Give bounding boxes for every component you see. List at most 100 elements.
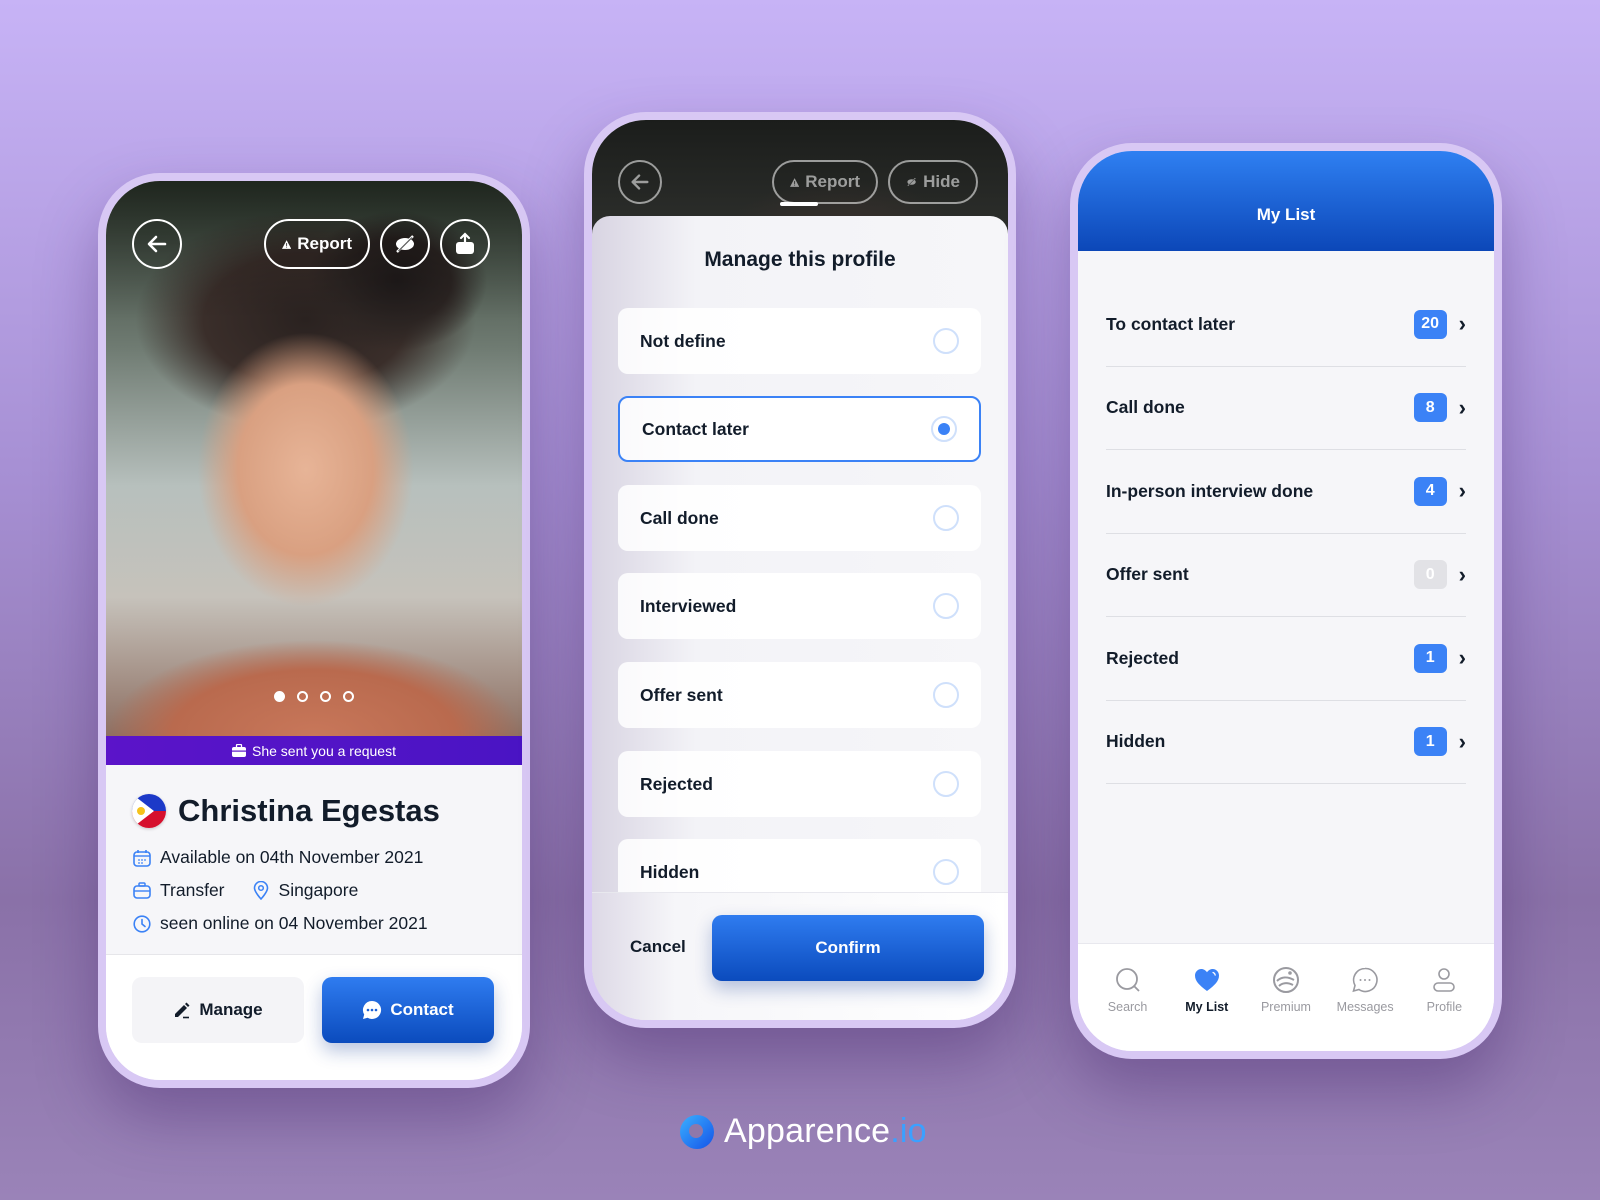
carousel-indicator[interactable] xyxy=(106,691,522,702)
last-seen-row: seen online on 04 November 2021 xyxy=(132,913,502,934)
carousel-dot[interactable] xyxy=(320,691,331,702)
profile-phone: Report She sent you a request Christina … xyxy=(98,173,530,1088)
list-item-offer-sent[interactable]: Offer sent 0 › xyxy=(1106,534,1466,617)
my-list: To contact later 20 › Call done 8 › In-per… xyxy=(1106,251,1466,784)
list-item-label: Hidden xyxy=(1106,731,1166,752)
option-call-done[interactable]: Call done xyxy=(618,485,981,551)
my-list-screen: My List To contact later 20 › Call done 8… xyxy=(1078,151,1494,1051)
hide-button[interactable] xyxy=(380,219,430,269)
chat-bubble-icon xyxy=(1352,967,1378,993)
premium-icon xyxy=(1272,967,1299,993)
briefcase-outline-icon xyxy=(132,882,152,899)
profile-info: Christina Egestas Available on 04th Nove… xyxy=(132,793,502,934)
share-button[interactable] xyxy=(440,219,490,269)
count-badge: 0 xyxy=(1413,560,1447,590)
option-label: Not define xyxy=(640,330,726,351)
calendar-icon xyxy=(132,849,152,867)
radio-button[interactable] xyxy=(933,593,959,619)
report-button[interactable]: Report xyxy=(264,219,370,269)
option-label: Call done xyxy=(640,507,719,528)
back-button[interactable] xyxy=(618,160,662,204)
tab-premium[interactable]: Premium xyxy=(1251,966,1321,1051)
location-pin-icon xyxy=(251,881,271,900)
option-label: Contact later xyxy=(642,418,749,439)
chevron-right-icon: › xyxy=(1458,561,1466,587)
pencil-icon xyxy=(175,1002,190,1019)
profile-actions: Manage Contact xyxy=(106,954,522,1080)
list-item-rejected[interactable]: Rejected 1 › xyxy=(1106,617,1466,701)
option-offer-sent[interactable]: Offer sent xyxy=(618,662,981,728)
back-button[interactable] xyxy=(132,219,182,269)
request-banner: She sent you a request xyxy=(106,736,522,765)
apparence-logo: Apparence.io xyxy=(680,1112,927,1151)
clock-icon xyxy=(132,914,152,933)
option-label: Rejected xyxy=(640,773,713,794)
radio-button[interactable] xyxy=(933,505,959,531)
option-interviewed[interactable]: Interviewed xyxy=(618,573,981,639)
brand-tld: .io xyxy=(890,1112,927,1150)
radio-button-selected[interactable] xyxy=(931,416,957,442)
tab-my-list[interactable]: My List xyxy=(1172,966,1242,1051)
contact-label: Contact xyxy=(390,1000,454,1019)
arrow-left-icon xyxy=(631,174,649,190)
tab-search[interactable]: Search xyxy=(1093,966,1163,1051)
list-item-call-done[interactable]: Call done 8 › xyxy=(1106,367,1466,450)
carousel-dot[interactable] xyxy=(274,691,285,702)
contact-button[interactable]: Contact xyxy=(322,977,494,1043)
list-item-label: Offer sent xyxy=(1106,564,1189,585)
list-item-to-contact-later[interactable]: To contact later 20 › xyxy=(1106,283,1466,367)
my-list-header: My List xyxy=(1078,151,1494,251)
carousel-dot[interactable] xyxy=(343,691,354,702)
tab-profile[interactable]: Profile xyxy=(1409,966,1479,1051)
option-label: Hidden xyxy=(640,861,700,882)
job-location-row: Transfer Singapore xyxy=(132,880,502,901)
radio-button[interactable] xyxy=(933,682,959,708)
manage-label: Manage xyxy=(199,1000,263,1019)
list-item-label: To contact later xyxy=(1106,313,1236,334)
chevron-right-icon: › xyxy=(1458,728,1466,754)
warning-icon xyxy=(282,239,292,249)
profile-name: Christina Egestas xyxy=(178,793,440,828)
philippines-flag-icon xyxy=(132,794,166,828)
availability-row: Available on 04th November 2021 xyxy=(132,847,502,868)
page-title: My List xyxy=(1256,205,1316,224)
count-badge: 4 xyxy=(1413,476,1447,506)
list-item-label: Rejected xyxy=(1106,647,1179,668)
manage-button[interactable]: Manage xyxy=(132,977,304,1043)
manage-screen: Report Hide Manage this profile Not defi… xyxy=(592,120,1008,1020)
tab-label: My List xyxy=(1185,1000,1229,1014)
profile-screen: Report She sent you a request Christina … xyxy=(106,181,522,1080)
count-badge: 1 xyxy=(1413,727,1447,757)
option-contact-later[interactable]: Contact later xyxy=(618,396,981,462)
tab-messages[interactable]: Messages xyxy=(1330,966,1400,1051)
count-badge: 1 xyxy=(1413,643,1447,673)
sheet-actions: Cancel Confirm xyxy=(592,892,1008,1020)
carousel-dot[interactable] xyxy=(297,691,308,702)
list-item-hidden[interactable]: Hidden 1 › xyxy=(1106,701,1466,784)
cancel-button[interactable]: Cancel xyxy=(630,937,686,957)
my-list-phone: My List To contact later 20 › Call done 8… xyxy=(1070,143,1502,1059)
option-rejected[interactable]: Rejected xyxy=(618,751,981,817)
list-item-label: Call done xyxy=(1106,397,1185,418)
chevron-right-icon: › xyxy=(1458,645,1466,671)
hide-label: Hide xyxy=(923,172,960,191)
radio-button[interactable] xyxy=(933,328,959,354)
heart-icon xyxy=(1194,969,1219,991)
report-button[interactable]: Report xyxy=(772,160,878,204)
radio-button[interactable] xyxy=(933,859,959,885)
report-label: Report xyxy=(805,172,860,191)
last-seen-text: seen online on 04 November 2021 xyxy=(160,913,428,933)
sheet-drag-handle[interactable] xyxy=(780,202,818,206)
list-item-in-person-interview-done[interactable]: In-person interview done 4 › xyxy=(1106,450,1466,534)
chevron-right-icon: › xyxy=(1458,311,1466,337)
confirm-button[interactable]: Confirm xyxy=(712,915,984,981)
list-item-label: In-person interview done xyxy=(1106,480,1314,501)
tab-label: Messages xyxy=(1336,1000,1394,1014)
request-banner-text: She sent you a request xyxy=(252,742,396,759)
radio-button[interactable] xyxy=(933,771,959,797)
count-badge: 20 xyxy=(1413,309,1447,339)
tab-label: Search xyxy=(1107,1000,1148,1014)
hide-button[interactable]: Hide xyxy=(888,160,978,204)
brand-name: Apparence xyxy=(724,1112,891,1150)
option-not-define[interactable]: Not define xyxy=(618,308,981,374)
